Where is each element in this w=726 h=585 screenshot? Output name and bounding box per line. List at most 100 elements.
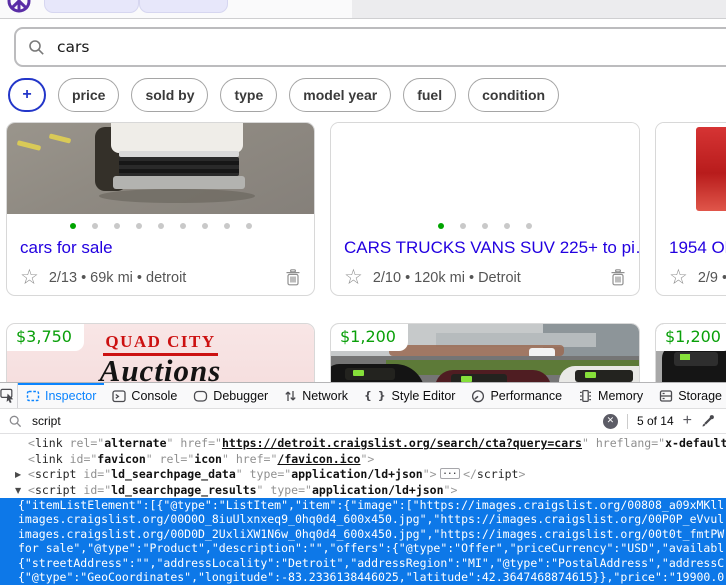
gallery-dot: [201, 222, 208, 229]
filter-pill-sold-by[interactable]: sold by: [131, 78, 209, 112]
filter-pill-condition[interactable]: condition: [468, 78, 560, 112]
filter-pill-model-year[interactable]: model year: [289, 78, 392, 112]
collapse-arrow-icon[interactable]: ▼: [15, 483, 21, 499]
selected-json-line[interactable]: images.craigslist.org/00D0D_2UxliXW1N6w_…: [0, 526, 726, 542]
html-search-input[interactable]: [30, 413, 334, 429]
eyedropper-icon[interactable]: [701, 414, 715, 428]
craigslist-peace-logo-icon[interactable]: [7, 0, 31, 13]
listing-card[interactable]: cars for sale ☆ 2/13 • 69k mi • detroit: [6, 122, 315, 296]
devtools-tab-inspector[interactable]: Inspector: [18, 383, 105, 408]
storage-icon: [659, 389, 673, 403]
gallery-dot: [245, 222, 252, 229]
filter-pill-type[interactable]: type: [220, 78, 278, 112]
selected-json-line[interactable]: {"@type":"GeoCoordinates","longitude":-8…: [0, 569, 726, 585]
hide-trash-icon[interactable]: [610, 269, 626, 286]
listing-photo-blank[interactable]: [331, 123, 639, 214]
filter-pill-fuel[interactable]: fuel: [403, 78, 457, 112]
chip-icon: [578, 389, 593, 403]
add-filter-button[interactable]: +: [8, 78, 46, 112]
clear-search-icon[interactable]: ✕: [602, 413, 618, 429]
search-input[interactable]: [55, 37, 459, 57]
tab-label: Storage: [678, 388, 722, 403]
braces-icon: { }: [364, 389, 387, 402]
tab-label: Debugger: [213, 388, 269, 403]
devtools-tab-performance[interactable]: Performance: [463, 383, 570, 408]
tab-label: Network: [302, 388, 349, 403]
gallery-dot: [460, 222, 466, 229]
devtools-tabs: Inspector Console Debugger Network { } Style …: [18, 383, 726, 408]
tab-label: Performance: [490, 388, 563, 403]
gallery-dot: [223, 222, 230, 229]
debugger-icon: [193, 389, 208, 403]
devtools-search-row: ✕ 5 of 14 +: [0, 409, 726, 434]
selected-script-content: {"itemListElement":[{"@type":"ListItem",…: [0, 498, 726, 585]
browser-window: + price sold by type model year fuel conditio…: [0, 0, 726, 585]
expand-arrow-icon[interactable]: ▶: [15, 467, 21, 483]
listing-photo-red-car[interactable]: [656, 123, 726, 214]
markup-lines: <link rel="alternate" href="https://detr…: [0, 436, 726, 498]
selected-json-line[interactable]: {"itemListElement":[{"@type":"ListItem",…: [0, 498, 726, 513]
listing-card[interactable]: CARS TRUCKS VANS SUV 225+ to pi… ☆ 2/10 …: [330, 122, 640, 296]
collapsed-content-badge[interactable]: ···: [439, 468, 461, 479]
gallery-dot: [179, 222, 186, 229]
devtools-tab-debugger[interactable]: Debugger: [185, 383, 276, 408]
markup-line[interactable]: ▶ <script id="ld_searchpage_data" type="a…: [0, 467, 726, 483]
devtools-panel: Inspector Console Debugger Network { } Style …: [0, 382, 726, 585]
gallery-dot: [69, 222, 76, 229]
markup-line[interactable]: <link rel="alternate" href="https://detr…: [0, 436, 726, 452]
gauge-icon: [471, 389, 485, 403]
markup-line[interactable]: <link id="favicon" rel="icon" href="/fav…: [0, 452, 726, 468]
search-icon: [29, 39, 44, 55]
separator: [626, 413, 628, 429]
tab-label: Inspector: [45, 388, 97, 403]
gallery-dots: [331, 214, 639, 237]
search-result-count: 5 of 14: [636, 414, 674, 428]
gallery-dot: [526, 222, 532, 229]
browser-chip-button[interactable]: [139, 0, 228, 13]
favorite-star-icon[interactable]: ☆: [669, 267, 688, 288]
tab-label: Console: [131, 388, 178, 403]
results-row-1: cars for sale ☆ 2/13 • 69k mi • detroit …: [6, 122, 726, 296]
selected-json-line[interactable]: for sale","@type":"Product","description…: [0, 541, 726, 556]
listing-title-link[interactable]: CARS TRUCKS VANS SUV 225+ to pi…: [331, 237, 639, 258]
tab-label: Memory: [598, 388, 644, 403]
devtools-tab-style-editor[interactable]: { } Style Editor: [356, 383, 463, 408]
gallery-dots: [7, 214, 314, 237]
gallery-dots: [656, 214, 726, 237]
listing-photo-truck[interactable]: [7, 123, 314, 214]
listing-meta: 2/9 • 1: [697, 269, 726, 286]
filter-pills: + price sold by type model year fuel conditio…: [8, 78, 560, 112]
price-badge: $3,750: [7, 324, 84, 351]
filter-pill-price[interactable]: price: [58, 78, 120, 112]
listing-meta: 2/10 • 120k mi • Detroit: [372, 269, 521, 286]
listing-meta: 2/13 • 69k mi • detroit: [48, 269, 187, 286]
hide-trash-icon[interactable]: [285, 269, 301, 286]
element-picker-button[interactable]: [0, 383, 18, 408]
devtools-toolbar: Inspector Console Debugger Network { } Style …: [0, 383, 726, 409]
selected-json-line[interactable]: {"streetAddress":"","addressLocality":"D…: [0, 555, 726, 570]
favorite-star-icon[interactable]: ☆: [20, 267, 39, 288]
gallery-dot: [504, 222, 510, 229]
browser-toolbar: [0, 0, 726, 19]
listing-title-link[interactable]: cars for sale: [7, 237, 314, 258]
markup-line[interactable]: ▼ <script id="ld_searchpage_results" type…: [0, 483, 726, 499]
gallery-dot: [91, 222, 98, 229]
listing-card[interactable]: 1954 Old ☆ 2/9 • 1: [655, 122, 726, 296]
devtools-tab-storage[interactable]: Storage: [651, 383, 726, 408]
gallery-dot: [113, 222, 120, 229]
gallery-dot: [482, 222, 488, 229]
listing-title-link[interactable]: 1954 Old: [656, 237, 726, 258]
gallery-dot: [157, 222, 164, 229]
price-badge: $1,200: [656, 324, 726, 351]
devtools-tab-network[interactable]: Network: [276, 383, 356, 408]
devtools-tab-memory[interactable]: Memory: [570, 383, 651, 408]
browser-chip-button[interactable]: [44, 0, 139, 13]
search-bar[interactable]: [14, 27, 726, 67]
tab-label: Style Editor: [391, 388, 456, 403]
create-node-button[interactable]: +: [683, 413, 692, 429]
selected-json-line[interactable]: images.craigslist.org/00O0O_8iuUlxnxeq9_…: [0, 512, 726, 527]
devtools-tab-console[interactable]: Console: [104, 383, 185, 408]
gallery-dot: [438, 222, 444, 229]
favorite-star-icon[interactable]: ☆: [344, 267, 363, 288]
network-icon: [284, 389, 297, 403]
